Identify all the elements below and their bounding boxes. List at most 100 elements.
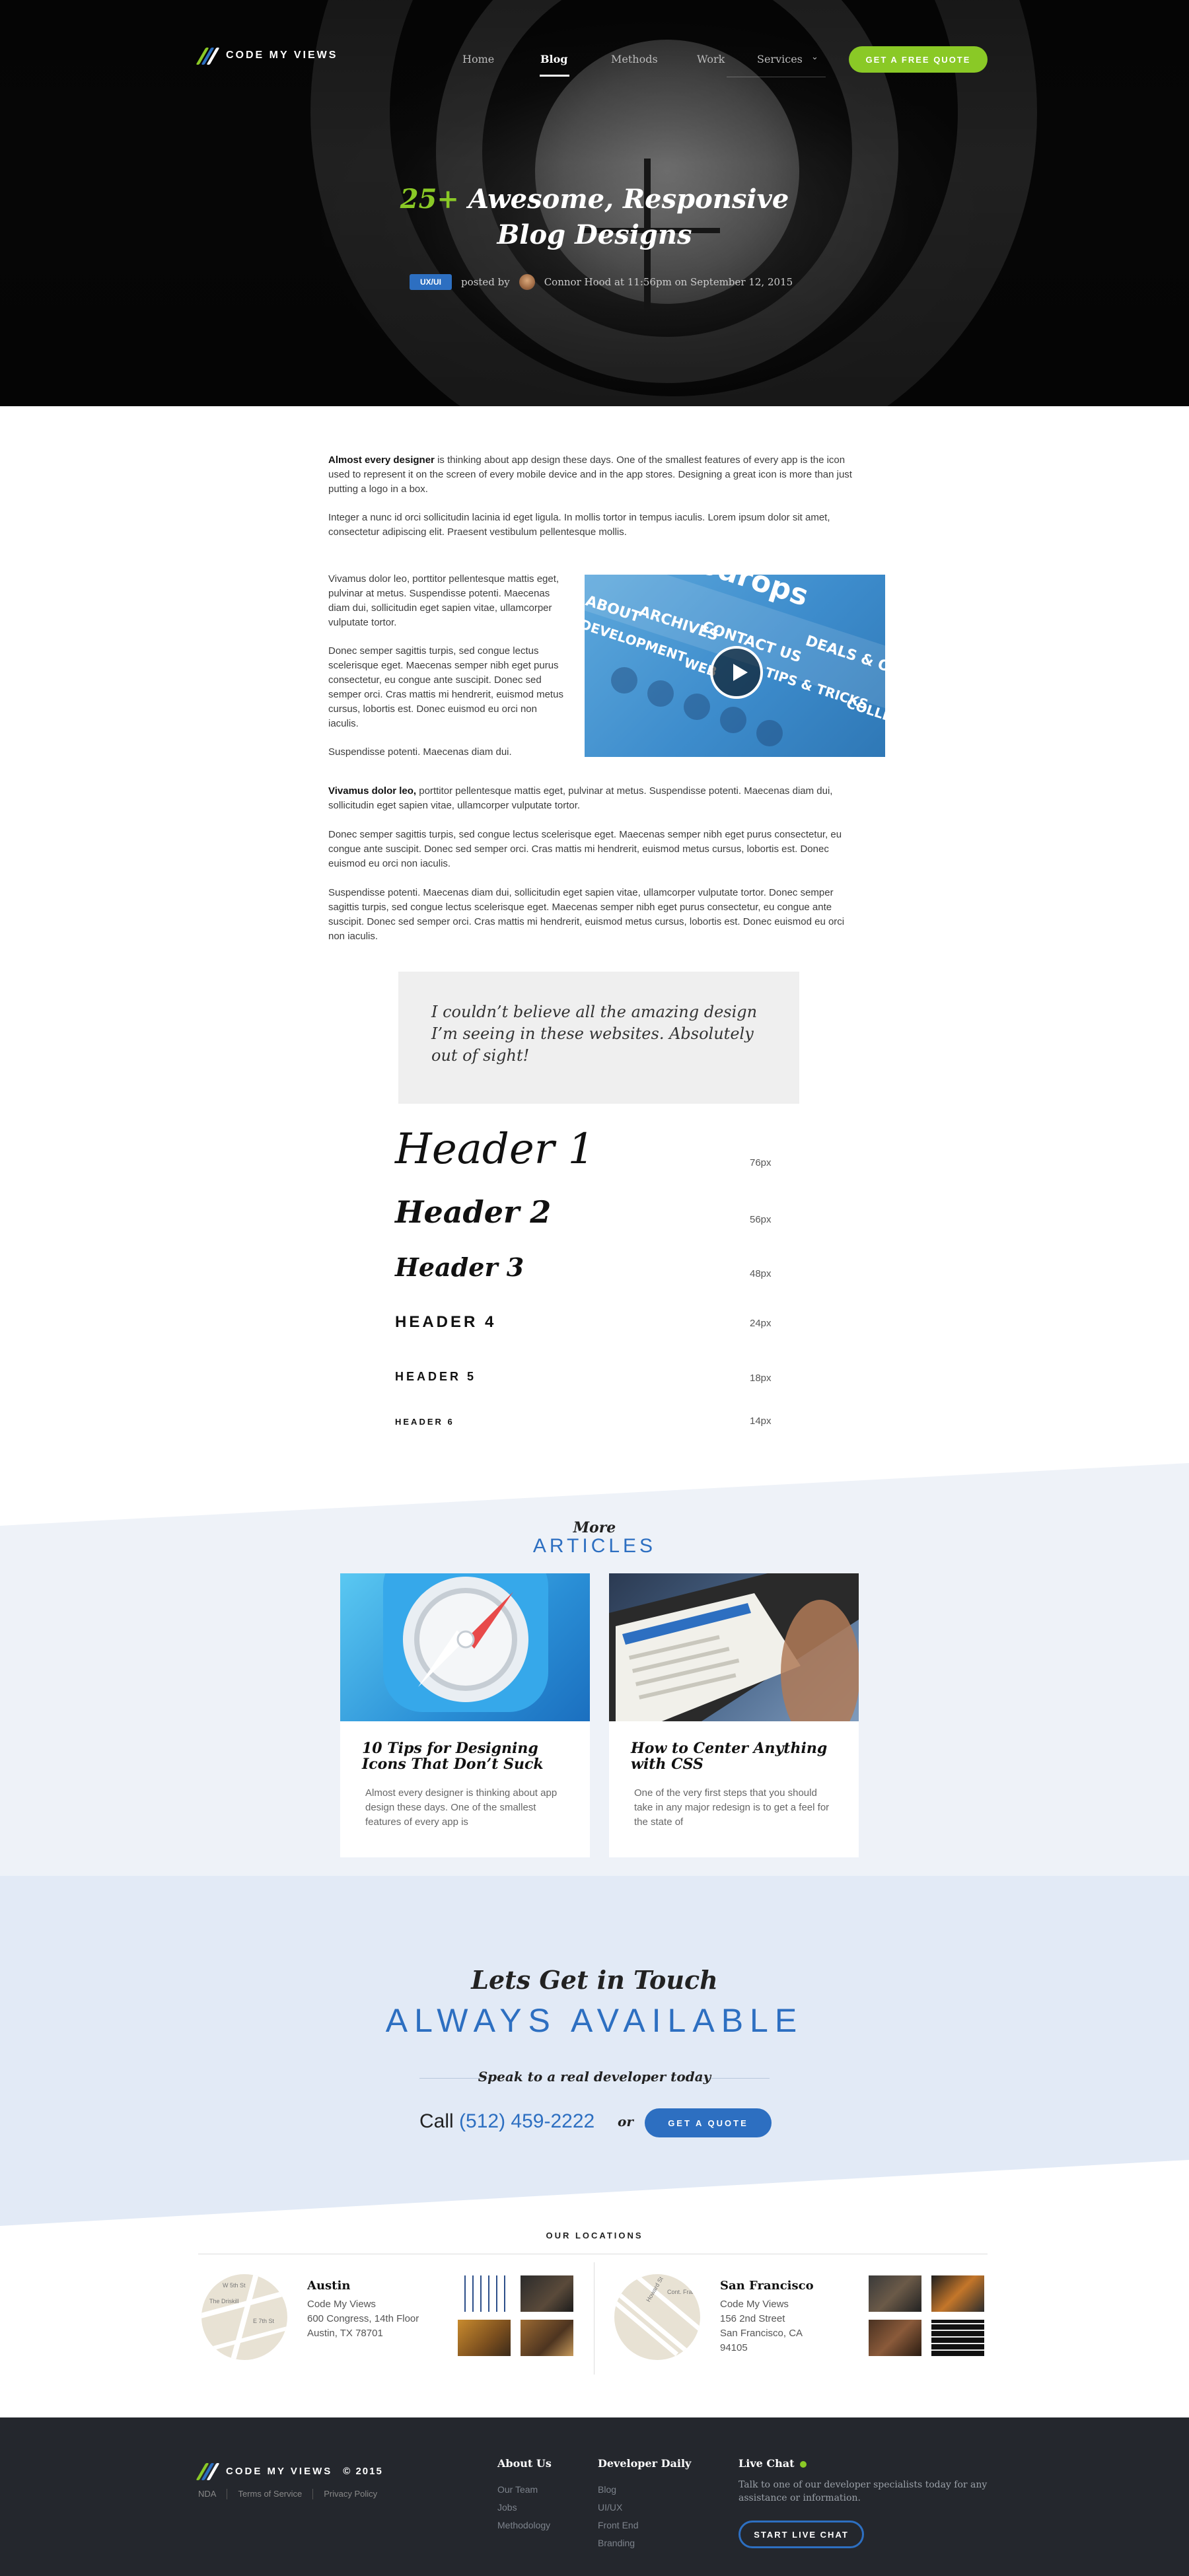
post-meta: UX/UI posted by Connor Hood at 11:56pm o… bbox=[410, 274, 793, 290]
header-specimen-5: HEADER 5 bbox=[395, 1369, 791, 1384]
side-paragraph: Vivamus dolor leo, porttitor pellentesqu… bbox=[328, 573, 559, 628]
card-thumbnail bbox=[609, 1573, 859, 1721]
posted-by-label: posted by bbox=[461, 276, 510, 288]
get-quote-button[interactable]: GET A QUOTE bbox=[645, 2108, 772, 2137]
live-chat-label: Live Chat bbox=[739, 2457, 795, 2470]
header-6-sample: HEADER 6 bbox=[395, 1417, 454, 1427]
office-photo[interactable] bbox=[869, 2275, 921, 2312]
site-logo[interactable]: CODE MY VIEWS bbox=[196, 46, 338, 65]
header-specimen-4: HEADER 4 bbox=[395, 1312, 791, 1332]
header-specimen-3: Header 3 bbox=[395, 1251, 791, 1284]
footer-brand: CODE MY VIEWS bbox=[226, 2465, 333, 2477]
office-photo[interactable] bbox=[931, 2320, 984, 2356]
address-line: San Francisco, CA 94105 bbox=[720, 2328, 803, 2353]
contact-heading: Lets Get in Touch bbox=[471, 1965, 718, 1995]
map-label: The Driskill bbox=[209, 2298, 239, 2305]
header-specimen-2: Header 2 bbox=[395, 1192, 791, 1232]
card-excerpt: Almost every designer is thinking about … bbox=[365, 1787, 558, 1828]
footer-link[interactable]: Our Team bbox=[497, 2481, 550, 2499]
card-thumbnail bbox=[340, 1573, 590, 1721]
nav-services[interactable]: Services bbox=[757, 53, 803, 65]
pull-quote-text: I couldn’t believe all the amazing desig… bbox=[431, 1003, 758, 1065]
post-title-line2: Blog Designs bbox=[497, 219, 692, 250]
card-title[interactable]: 10 Tips for Designing Icons That Don’t S… bbox=[362, 1740, 573, 1772]
compass-icon bbox=[383, 1573, 548, 1712]
more-title: ARTICLES bbox=[532, 1535, 657, 1557]
logo-mark-icon bbox=[196, 2462, 220, 2480]
about-links: Our Team Jobs Methodology bbox=[497, 2481, 550, 2534]
video-social-icon bbox=[756, 720, 783, 746]
header-5-sample: HEADER 5 bbox=[395, 1370, 477, 1383]
post-title: 25+ Awesome, Responsive Blog Designs bbox=[330, 182, 859, 253]
address-line: 600 Congress, 14th Floor bbox=[307, 2313, 419, 2324]
more-kicker: More bbox=[573, 1519, 616, 1536]
article-paragraph: Almost every designer is thinking about … bbox=[328, 453, 860, 497]
nav-methods[interactable]: Methods bbox=[611, 53, 658, 65]
dev-daily-links: Blog UI/UX Front End Branding bbox=[598, 2481, 638, 2552]
footer bbox=[0, 2417, 1189, 2576]
contact-section bbox=[0, 1876, 1189, 2226]
office-photo[interactable] bbox=[869, 2320, 921, 2356]
side-paragraph: Suspendisse potenti. Maecenas diam dui. bbox=[328, 746, 512, 758]
terms-link[interactable]: Terms of Service bbox=[238, 2489, 302, 2499]
header-3-sample: Header 3 bbox=[395, 1252, 524, 1282]
office-photo[interactable] bbox=[458, 2320, 511, 2356]
author-avatar bbox=[519, 274, 535, 290]
phone-link[interactable]: (512) 459-2222 bbox=[459, 2110, 594, 2132]
office-photo[interactable] bbox=[521, 2275, 573, 2312]
video-social-icon bbox=[720, 707, 746, 733]
video-player[interactable]: odrops ABOUT ARCHIVES CONTACT US DEALS &… bbox=[585, 575, 885, 757]
footer-link[interactable]: Front End bbox=[598, 2517, 638, 2534]
dev-daily-title: Developer Daily bbox=[598, 2457, 692, 2470]
video-social-icon bbox=[684, 694, 710, 720]
austin-map[interactable]: W 5th St The Driskill E 7th St bbox=[201, 2274, 287, 2360]
footer-link[interactable]: Blog bbox=[598, 2481, 638, 2499]
post-title-line1: Awesome, Responsive bbox=[458, 184, 789, 215]
video-social-icon bbox=[611, 667, 637, 694]
address-line: Austin, TX 78701 bbox=[307, 2328, 383, 2339]
office-address: Code My Views 156 2nd Street San Francis… bbox=[720, 2297, 812, 2355]
post-title-accent: 25+ bbox=[400, 184, 459, 215]
footer-link[interactable]: UI/UX bbox=[598, 2499, 638, 2517]
footer-logo[interactable]: CODE MY VIEWS © 2015 bbox=[196, 2462, 383, 2480]
office-photo[interactable] bbox=[458, 2275, 511, 2312]
map-road bbox=[618, 2293, 700, 2360]
article-bold-lead: Vivamus dolor leo, bbox=[328, 785, 417, 797]
nda-link[interactable]: NDA bbox=[198, 2489, 216, 2499]
more-articles-heading: More ARTICLES bbox=[462, 1519, 727, 1557]
office-photo[interactable] bbox=[931, 2275, 984, 2312]
footer-link[interactable]: Jobs bbox=[497, 2499, 550, 2517]
copyright: © 2015 bbox=[343, 2465, 383, 2477]
address-line: Code My Views bbox=[307, 2299, 376, 2310]
start-live-chat-button[interactable]: START LIVE CHAT bbox=[739, 2521, 864, 2548]
card-title[interactable]: How to Center Anything with CSS bbox=[631, 1740, 842, 1772]
contact-tagline: Speak to a real developer today bbox=[478, 2069, 711, 2085]
call-label: Call bbox=[419, 2110, 454, 2132]
address-line: 156 2nd Street bbox=[720, 2313, 785, 2324]
play-icon[interactable] bbox=[710, 646, 763, 699]
article-lead-bold: Almost every designer bbox=[328, 454, 435, 466]
author-line: Connor Hood at 11:56pm on September 12, … bbox=[544, 276, 793, 288]
privacy-link[interactable]: Privacy Policy bbox=[324, 2489, 377, 2499]
header-4-sample: HEADER 4 bbox=[395, 1313, 497, 1331]
header-3-size: 48px bbox=[750, 1268, 772, 1279]
office-photo[interactable] bbox=[521, 2320, 573, 2356]
nav-work[interactable]: Work bbox=[697, 53, 725, 65]
nav-home[interactable]: Home bbox=[462, 53, 494, 65]
divider bbox=[312, 2489, 314, 2499]
category-tag[interactable]: UX/UI bbox=[410, 274, 452, 290]
article-card[interactable]: 10 Tips for Designing Icons That Don’t S… bbox=[340, 1573, 590, 1857]
live-chat-title: Live Chat bbox=[739, 2457, 807, 2470]
chevron-down-icon[interactable]: ⌄ bbox=[811, 52, 818, 62]
side-paragraph: Donec semper sagittis turpis, sed congue… bbox=[328, 645, 563, 729]
header-1-sample: Header 1 bbox=[395, 1125, 595, 1174]
article-card[interactable]: How to Center Anything with CSS One of t… bbox=[609, 1573, 859, 1857]
san-francisco-map[interactable]: Howard St Cont. Francisco bbox=[614, 2274, 700, 2360]
map-label: Cont. Francisco bbox=[667, 2289, 700, 2295]
footer-link[interactable]: Branding bbox=[598, 2534, 638, 2552]
footer-link[interactable]: Methodology bbox=[497, 2517, 550, 2534]
office-city: San Francisco bbox=[720, 2279, 814, 2293]
locations-heading: OUR LOCATIONS bbox=[546, 2231, 643, 2240]
nav-blog[interactable]: Blog bbox=[540, 53, 567, 65]
free-quote-button[interactable]: GET A FREE QUOTE bbox=[849, 46, 988, 73]
